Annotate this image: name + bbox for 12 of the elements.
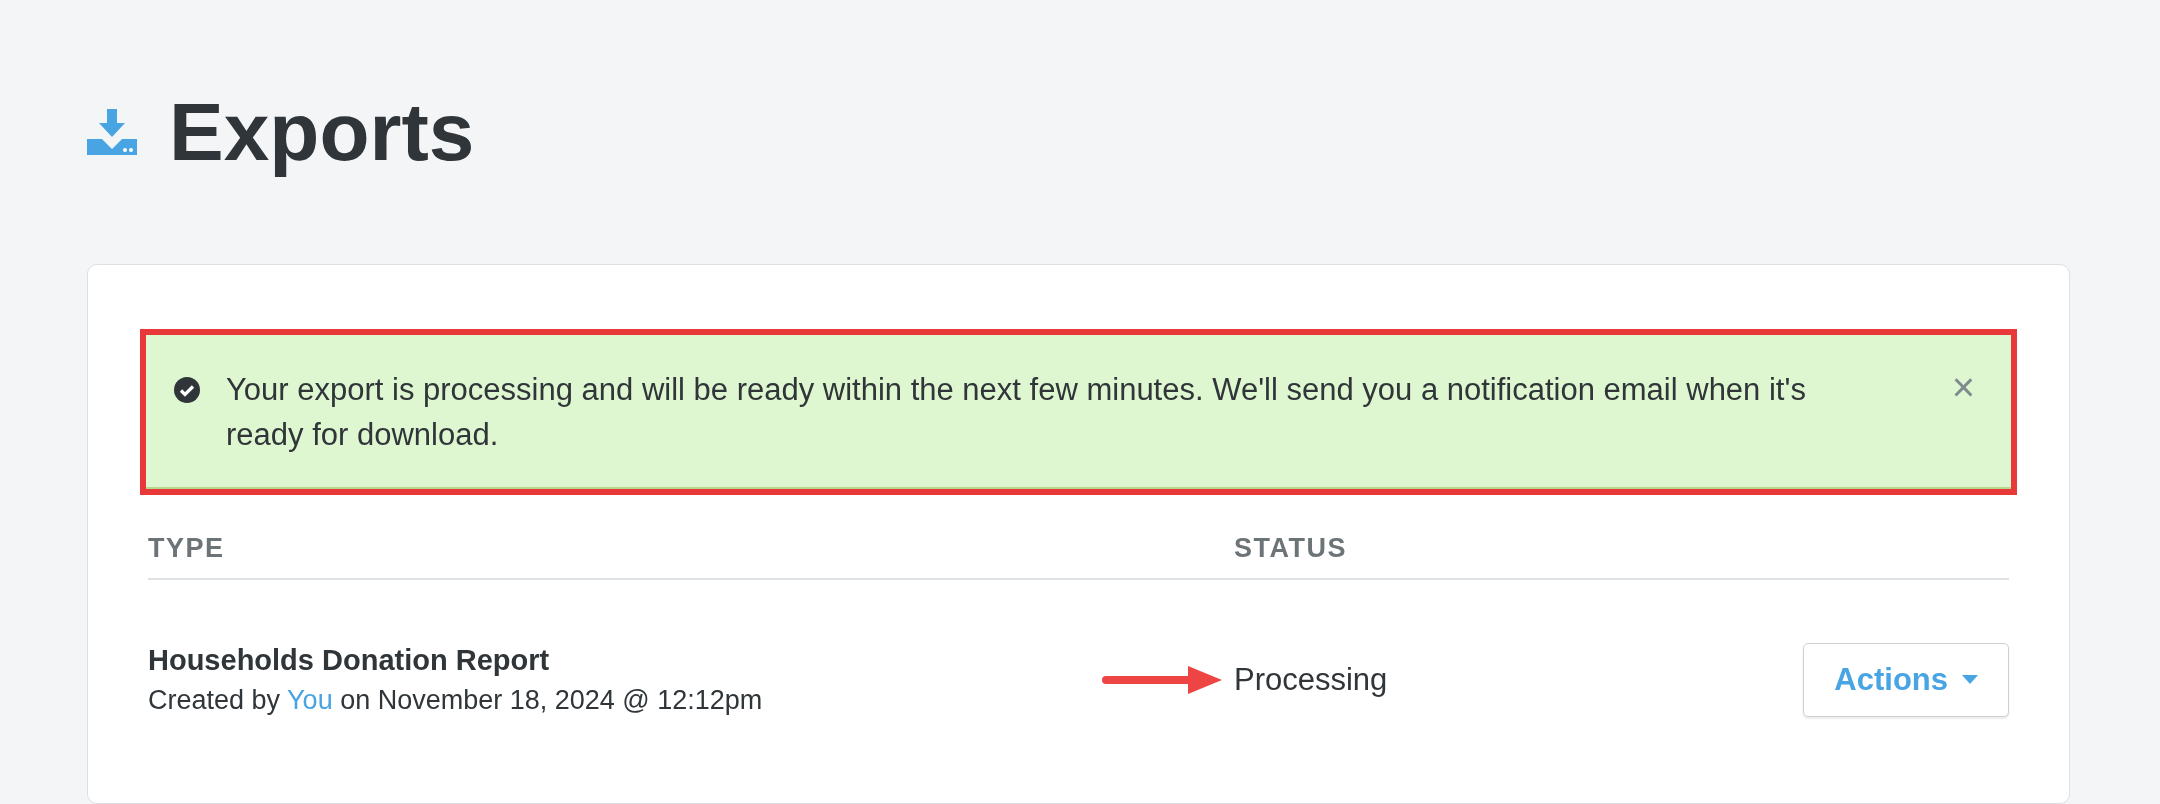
close-button[interactable]: × — [1945, 367, 1981, 407]
check-circle-icon — [174, 377, 200, 403]
status-text: Processing — [1234, 662, 1388, 697]
creator-link[interactable]: You — [287, 685, 333, 715]
column-header: STATUS — [1234, 533, 1348, 564]
column-header: TYPE — [148, 533, 226, 564]
actions-button[interactable]: Actions — [1803, 643, 2009, 717]
caret-icon — [1962, 675, 1978, 685]
export-type: Households Donation Report — [148, 643, 551, 678]
created-info: Created by You on November 18, 2024 @ 12:12pm — [148, 684, 764, 717]
alert-message: Your export is processing and will be ready within the next few minutes. We'll send you a notification email when it's ready for download. — [226, 371, 1807, 454]
download-icon — [87, 109, 137, 155]
